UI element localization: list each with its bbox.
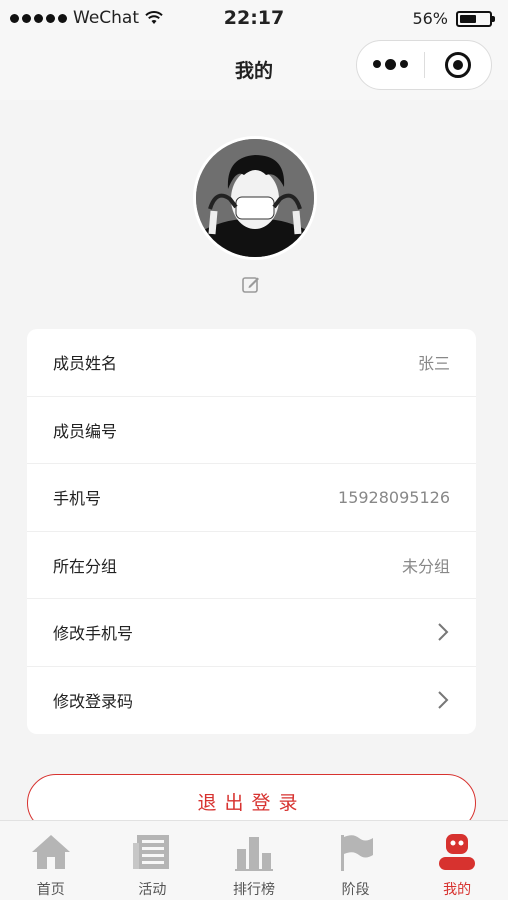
home-icon bbox=[31, 835, 70, 869]
status-right: 56% bbox=[412, 9, 495, 28]
row-change-login-code[interactable]: 修改登录码 bbox=[27, 667, 476, 735]
tab-ranking[interactable]: 排行榜 bbox=[203, 821, 305, 900]
battery-fill bbox=[460, 14, 476, 23]
chevron-right-icon bbox=[438, 623, 449, 641]
row-member-id: 成员编号 bbox=[27, 397, 476, 464]
target-icon bbox=[444, 52, 471, 78]
ranking-icon bbox=[234, 837, 273, 871]
avatar-image bbox=[196, 139, 314, 257]
mini-program-capsule bbox=[356, 40, 492, 90]
row-label: 手机号 bbox=[53, 489, 102, 509]
row-label: 修改手机号 bbox=[53, 624, 134, 644]
nav-bar: 我的 bbox=[0, 36, 508, 100]
tab-stage[interactable]: 阶段 bbox=[305, 821, 407, 900]
tab-label: 活动 bbox=[138, 882, 167, 898]
row-change-phone[interactable]: 修改手机号 bbox=[27, 599, 476, 667]
row-label: 修改登录码 bbox=[53, 692, 134, 712]
tab-label: 排行榜 bbox=[232, 882, 275, 898]
battery-percent: 56% bbox=[412, 9, 448, 28]
row-phone: 手机号 15928095126 bbox=[27, 464, 476, 532]
battery-icon bbox=[456, 10, 495, 27]
row-label: 成员编号 bbox=[53, 421, 118, 441]
edit-avatar-icon[interactable] bbox=[241, 274, 261, 294]
tab-mine[interactable]: 我的 bbox=[406, 821, 508, 900]
news-icon bbox=[133, 835, 170, 869]
chevron-right-icon bbox=[438, 691, 449, 709]
close-miniprogram-button[interactable] bbox=[425, 52, 492, 78]
row-label: 所在分组 bbox=[53, 556, 118, 576]
profile-icon bbox=[439, 834, 476, 870]
tab-label: 我的 bbox=[443, 882, 472, 898]
flag-icon bbox=[340, 835, 373, 871]
tab-bar: 首页 活动 排行榜 阶段 我的 bbox=[0, 820, 508, 900]
row-member-name: 成员姓名 张三 bbox=[27, 329, 476, 397]
row-group: 所在分组 未分组 bbox=[27, 532, 476, 599]
member-name-value: 张三 bbox=[417, 354, 450, 374]
status-bar: WeChat 22:17 56% bbox=[0, 0, 508, 36]
profile-info-card: 成员姓名 张三 成员编号 手机号 15928095126 所在分组 未分组 修改… bbox=[27, 329, 476, 734]
tab-label: 首页 bbox=[36, 882, 65, 898]
avatar[interactable] bbox=[193, 136, 317, 260]
tab-home[interactable]: 首页 bbox=[0, 821, 102, 900]
phone-value: 15928095126 bbox=[338, 487, 450, 507]
tab-activity[interactable]: 活动 bbox=[102, 821, 204, 900]
row-label: 成员姓名 bbox=[53, 354, 118, 374]
group-value: 未分组 bbox=[401, 556, 450, 576]
more-icon[interactable] bbox=[357, 59, 424, 70]
tab-label: 阶段 bbox=[341, 882, 370, 898]
